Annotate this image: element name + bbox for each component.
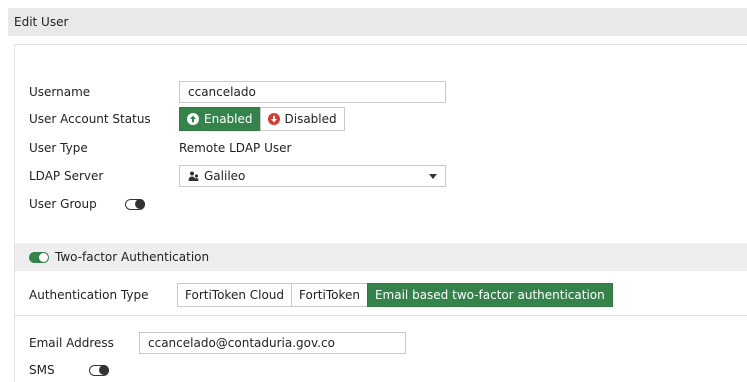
auth-type-options: FortiToken Cloud FortiToken Email based … [177,283,613,307]
auth-option-fortitoken-cloud[interactable]: FortiToken Cloud [177,283,293,307]
auth-option-label: FortiToken Cloud [185,288,285,302]
auth-option-label: FortiToken [299,288,360,302]
status-row: User Account Status Enabled Disabled [29,107,345,131]
arrow-up-circle-icon [187,113,199,125]
toggle-knob [39,252,48,262]
user-group-row: User Group [29,197,145,211]
toggle-knob [99,364,109,375]
email-value: ccancelado@contaduria.gov.co [148,336,335,350]
auth-type-row: Authentication Type FortiToken Cloud For… [29,283,613,307]
sms-label: SMS [29,363,55,377]
two-factor-label: Two-factor Authentication [55,250,210,264]
auth-option-email[interactable]: Email based two-factor authentication [366,283,613,307]
sms-row: SMS [29,363,109,377]
email-label: Email Address [29,336,114,350]
user-type-label: User Type [29,141,88,155]
page-title: Edit User [14,15,69,29]
status-disabled-label: Disabled [284,112,337,126]
sms-toggle[interactable] [89,364,109,376]
user-group-toggle[interactable] [125,198,145,210]
user-group-label: User Group [29,197,97,211]
status-toggle-group: Enabled Disabled [179,107,345,131]
toggle-knob [135,198,145,209]
username-label: Username [29,85,91,99]
username-input[interactable]: ccancelado [179,81,446,103]
email-row: Email Address ccancelado@contaduria.gov.… [29,332,406,354]
ldap-row: LDAP Server Galileo [29,165,446,187]
ldap-server-icon [188,171,199,182]
ldap-server-value: Galileo [204,169,246,183]
divider [15,315,747,316]
status-label: User Account Status [29,112,151,126]
page-header: Edit User [8,8,747,36]
status-disabled-button[interactable]: Disabled [259,107,345,131]
two-factor-toggle[interactable] [29,251,49,263]
two-factor-section: Two-factor Authentication [15,243,747,271]
chevron-down-icon [429,173,437,179]
status-enabled-label: Enabled [204,112,253,126]
ldap-label: LDAP Server [29,169,104,183]
user-type-row: User Type Remote LDAP User [29,141,291,155]
status-enabled-button[interactable]: Enabled [179,107,261,131]
auth-type-label: Authentication Type [29,288,149,302]
ldap-server-select[interactable]: Galileo [179,165,446,187]
username-row: Username ccancelado [29,81,446,103]
auth-option-fortitoken[interactable]: FortiToken [291,283,368,307]
auth-option-label: Email based two-factor authentication [374,288,605,302]
username-value: ccancelado [188,85,256,99]
arrow-down-circle-icon [267,113,280,125]
email-input[interactable]: ccancelado@contaduria.gov.co [139,332,406,354]
edit-user-panel: Username ccancelado User Account Status … [14,44,747,382]
user-type-value: Remote LDAP User [179,141,292,155]
